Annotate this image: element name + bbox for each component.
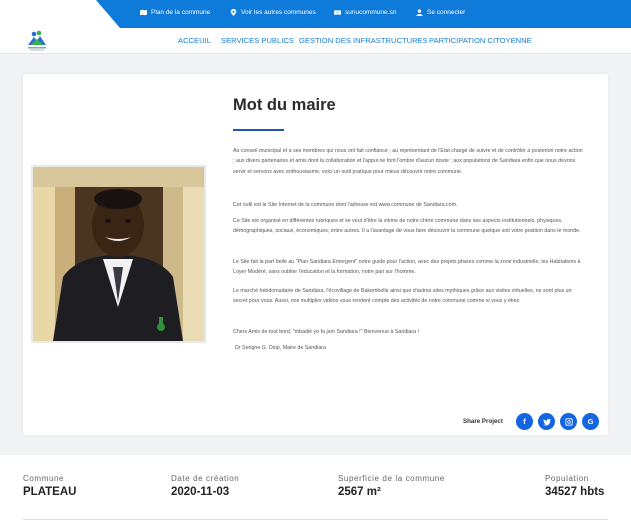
share-instagram-button[interactable]	[560, 413, 577, 430]
paragraph-bienvenue: Chers Amis de tout bord, "mbadiè yo fa j…	[233, 329, 420, 335]
paragraph-rubriques: Ce Site est organisé en différentes rubr…	[233, 218, 581, 235]
paragraph-website: Cet outil est le Site Internet de la com…	[233, 202, 458, 208]
nav-gestion-infrastructures[interactable]: GESTION DES INFRASTRUCTURES	[299, 36, 428, 45]
share-label: Share Project	[463, 418, 503, 425]
login-link[interactable]: Se connecter	[416, 9, 465, 16]
title-underline	[233, 129, 284, 131]
stat-label-superficie: Superficie de la commune	[338, 474, 445, 483]
page-title: Mot du maire	[233, 96, 336, 114]
login-label: Se connecter	[427, 9, 466, 16]
main-nav: ACCEUIL SERVICES PUBLICS GESTION DES INF…	[0, 28, 631, 54]
stat-value-population: 34527 hbts	[545, 486, 605, 498]
nav-services-publics[interactable]: SERVICES PUBLICS	[221, 36, 294, 45]
paragraph-marche: Le marché hebdomadaire de Sandiara, l'éc…	[233, 288, 572, 305]
stats-divider	[23, 519, 608, 520]
share-twitter-button[interactable]	[538, 413, 555, 430]
stat-value-date: 2020-11-03	[171, 486, 230, 498]
facebook-icon: f	[523, 417, 526, 426]
autres-communes-link[interactable]: Voir les autres communes	[230, 9, 316, 16]
google-icon: G	[587, 417, 594, 426]
twitter-icon	[542, 418, 551, 426]
sunucommune-label: sunucommune.sn	[345, 9, 397, 16]
paragraph-intro: Au conseil municipal et à ses membres qu…	[233, 148, 583, 175]
user-icon	[416, 9, 423, 16]
stat-value-commune: PLATEAU	[23, 486, 77, 498]
stat-label-commune: Commune	[23, 474, 65, 483]
signature: Dr Serigne G. Diop, Maire de Sandiara	[235, 345, 326, 351]
plan-commune-label: Plan de la commune	[151, 9, 211, 16]
location-pin-icon	[230, 9, 237, 16]
instagram-icon	[564, 417, 573, 426]
plan-commune-link[interactable]: Plan de la commune	[140, 9, 210, 16]
paragraph-plan: Le Site fait la part belle au "Plan Sand…	[233, 259, 581, 276]
site-logo[interactable]	[22, 28, 52, 53]
stat-label-population: Population	[545, 474, 589, 483]
sunucommune-link[interactable]: sunucommune.sn	[334, 9, 396, 16]
mail-icon	[334, 10, 341, 15]
autres-communes-label: Voir les autres communes	[241, 9, 316, 16]
mayor-photo	[31, 165, 206, 343]
share-google-button[interactable]: G	[582, 413, 599, 430]
commune-stats	[0, 455, 631, 522]
map-icon	[140, 9, 147, 16]
nav-accueil[interactable]: ACCEUIL	[178, 36, 211, 45]
share-facebook-button[interactable]: f	[516, 413, 533, 430]
stat-value-superficie: 2567 m²	[338, 486, 381, 498]
stat-label-date: Date de création	[171, 474, 240, 483]
nav-participation-citoyenne[interactable]: PARTICIPATION CITOYENNE	[429, 36, 532, 45]
